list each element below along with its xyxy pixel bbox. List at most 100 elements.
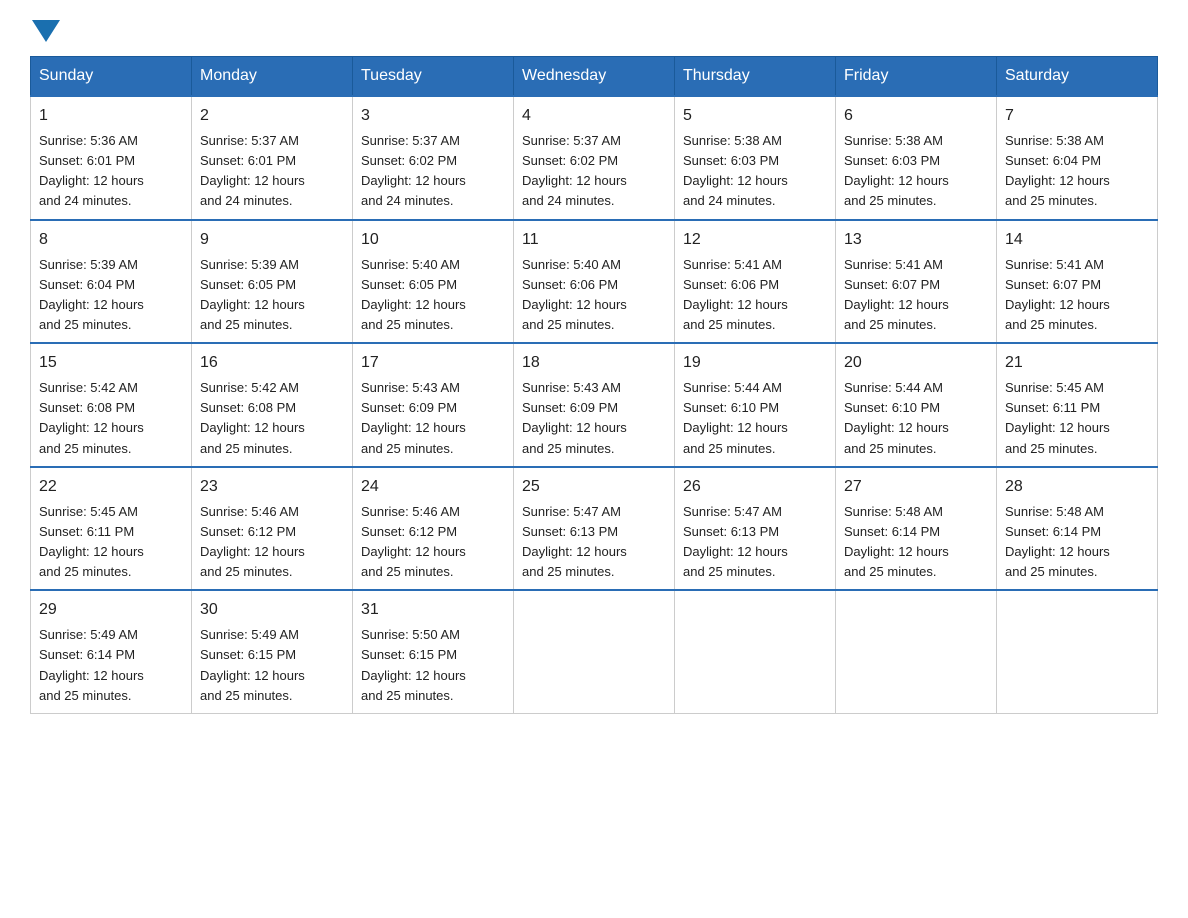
day-number: 8 xyxy=(39,228,183,252)
day-info: Sunrise: 5:49 AMSunset: 6:15 PMDaylight:… xyxy=(200,625,344,706)
day-number: 27 xyxy=(844,475,988,499)
day-number: 7 xyxy=(1005,104,1149,128)
calendar-day-cell: 12 Sunrise: 5:41 AMSunset: 6:06 PMDayligh… xyxy=(675,220,836,344)
calendar-day-cell: 4Sunrise: 5:37 AMSunset: 6:02 PMDaylight… xyxy=(514,96,675,220)
calendar-day-cell: 3 Sunrise: 5:37 AMSunset: 6:02 PMDaylight… xyxy=(353,96,514,220)
calendar-day-cell: 15 Sunrise: 5:42 AMSunset: 6:08 PMDayligh… xyxy=(31,343,192,467)
calendar-day-cell: 8 Sunrise: 5:39 AMSunset: 6:04 PMDaylight… xyxy=(31,220,192,344)
day-info: Sunrise: 5:45 AMSunset: 6:11 PMDaylight:… xyxy=(39,502,183,583)
day-number: 18 xyxy=(522,351,666,375)
calendar-day-cell: 22Sunrise: 5:45 AMSunset: 6:11 PMDayligh… xyxy=(31,467,192,591)
calendar-day-cell: 23 Sunrise: 5:46 AMSunset: 6:12 PMDayligh… xyxy=(192,467,353,591)
day-info: Sunrise: 5:42 AMSunset: 6:08 PMDaylight:… xyxy=(200,378,344,459)
calendar-day-cell: 6 Sunrise: 5:38 AMSunset: 6:03 PMDaylight… xyxy=(836,96,997,220)
empty-cell xyxy=(997,590,1158,713)
calendar-day-cell: 29 Sunrise: 5:49 AMSunset: 6:14 PMDayligh… xyxy=(31,590,192,713)
empty-cell xyxy=(514,590,675,713)
day-info: Sunrise: 5:49 AMSunset: 6:14 PMDaylight:… xyxy=(39,625,183,706)
calendar-header-row: Sunday Monday Tuesday Wednesday Thursday… xyxy=(31,57,1158,97)
day-info: Sunrise: 5:37 AMSunset: 6:01 PMDaylight:… xyxy=(200,131,344,212)
day-info: Sunrise: 5:41 AMSunset: 6:06 PMDaylight:… xyxy=(683,255,827,336)
day-number: 12 xyxy=(683,228,827,252)
day-info: Sunrise: 5:42 AMSunset: 6:08 PMDaylight:… xyxy=(39,378,183,459)
day-info: Sunrise: 5:47 AMSunset: 6:13 PMDaylight:… xyxy=(683,502,827,583)
day-number: 20 xyxy=(844,351,988,375)
header-monday: Monday xyxy=(192,57,353,97)
day-info: Sunrise: 5:37 AMSunset: 6:02 PMDaylight:… xyxy=(361,131,505,212)
day-number: 11 xyxy=(522,228,666,252)
day-number: 6 xyxy=(844,104,988,128)
calendar-day-cell: 26 Sunrise: 5:47 AMSunset: 6:13 PMDayligh… xyxy=(675,467,836,591)
page-header xyxy=(30,20,1158,38)
day-number: 16 xyxy=(200,351,344,375)
day-number: 19 xyxy=(683,351,827,375)
day-info: Sunrise: 5:36 AMSunset: 6:01 PMDaylight:… xyxy=(39,131,183,212)
day-info: Sunrise: 5:47 AMSunset: 6:13 PMDaylight:… xyxy=(522,502,666,583)
calendar-day-cell: 13 Sunrise: 5:41 AMSunset: 6:07 PMDayligh… xyxy=(836,220,997,344)
day-info: Sunrise: 5:48 AMSunset: 6:14 PMDaylight:… xyxy=(844,502,988,583)
day-info: Sunrise: 5:44 AMSunset: 6:10 PMDaylight:… xyxy=(683,378,827,459)
calendar-day-cell: 28Sunrise: 5:48 AMSunset: 6:14 PMDayligh… xyxy=(997,467,1158,591)
day-info: Sunrise: 5:40 AMSunset: 6:06 PMDaylight:… xyxy=(522,255,666,336)
day-number: 30 xyxy=(200,598,344,622)
logo-triangle-icon xyxy=(32,20,60,42)
calendar-day-cell: 10 Sunrise: 5:40 AMSunset: 6:05 PMDayligh… xyxy=(353,220,514,344)
calendar-day-cell: 19 Sunrise: 5:44 AMSunset: 6:10 PMDayligh… xyxy=(675,343,836,467)
calendar-day-cell: 31Sunrise: 5:50 AMSunset: 6:15 PMDayligh… xyxy=(353,590,514,713)
day-number: 21 xyxy=(1005,351,1149,375)
day-info: Sunrise: 5:45 AMSunset: 6:11 PMDaylight:… xyxy=(1005,378,1149,459)
calendar-day-cell: 24 Sunrise: 5:46 AMSunset: 6:12 PMDayligh… xyxy=(353,467,514,591)
day-info: Sunrise: 5:46 AMSunset: 6:12 PMDaylight:… xyxy=(200,502,344,583)
calendar-day-cell: 30 Sunrise: 5:49 AMSunset: 6:15 PMDayligh… xyxy=(192,590,353,713)
day-info: Sunrise: 5:46 AMSunset: 6:12 PMDaylight:… xyxy=(361,502,505,583)
calendar-week-row: 15 Sunrise: 5:42 AMSunset: 6:08 PMDayligh… xyxy=(31,343,1158,467)
day-number: 24 xyxy=(361,475,505,499)
empty-cell xyxy=(836,590,997,713)
day-number: 10 xyxy=(361,228,505,252)
header-saturday: Saturday xyxy=(997,57,1158,97)
header-thursday: Thursday xyxy=(675,57,836,97)
day-number: 13 xyxy=(844,228,988,252)
day-info: Sunrise: 5:38 AMSunset: 6:04 PMDaylight:… xyxy=(1005,131,1149,212)
day-info: Sunrise: 5:43 AMSunset: 6:09 PMDaylight:… xyxy=(361,378,505,459)
day-number: 3 xyxy=(361,104,505,128)
calendar-day-cell: 18 Sunrise: 5:43 AMSunset: 6:09 PMDayligh… xyxy=(514,343,675,467)
calendar-day-cell: 7 Sunrise: 5:38 AMSunset: 6:04 PMDaylight… xyxy=(997,96,1158,220)
calendar-week-row: 8 Sunrise: 5:39 AMSunset: 6:04 PMDaylight… xyxy=(31,220,1158,344)
day-info: Sunrise: 5:39 AMSunset: 6:04 PMDaylight:… xyxy=(39,255,183,336)
day-info: Sunrise: 5:40 AMSunset: 6:05 PMDaylight:… xyxy=(361,255,505,336)
calendar-day-cell: 1 Sunrise: 5:36 AMSunset: 6:01 PMDaylight… xyxy=(31,96,192,220)
calendar-day-cell: 21 Sunrise: 5:45 AMSunset: 6:11 PMDayligh… xyxy=(997,343,1158,467)
header-tuesday: Tuesday xyxy=(353,57,514,97)
calendar-week-row: 1 Sunrise: 5:36 AMSunset: 6:01 PMDaylight… xyxy=(31,96,1158,220)
calendar-day-cell: 11 Sunrise: 5:40 AMSunset: 6:06 PMDayligh… xyxy=(514,220,675,344)
header-sunday: Sunday xyxy=(31,57,192,97)
day-number: 5 xyxy=(683,104,827,128)
day-number: 15 xyxy=(39,351,183,375)
day-number: 2 xyxy=(200,104,344,128)
calendar-day-cell: 25Sunrise: 5:47 AMSunset: 6:13 PMDayligh… xyxy=(514,467,675,591)
empty-cell xyxy=(675,590,836,713)
day-info: Sunrise: 5:38 AMSunset: 6:03 PMDaylight:… xyxy=(683,131,827,212)
calendar-day-cell: 17Sunrise: 5:43 AMSunset: 6:09 PMDayligh… xyxy=(353,343,514,467)
day-info: Sunrise: 5:39 AMSunset: 6:05 PMDaylight:… xyxy=(200,255,344,336)
day-info: Sunrise: 5:41 AMSunset: 6:07 PMDaylight:… xyxy=(844,255,988,336)
calendar-day-cell: 16 Sunrise: 5:42 AMSunset: 6:08 PMDayligh… xyxy=(192,343,353,467)
day-number: 31 xyxy=(361,598,505,622)
day-number: 4 xyxy=(522,104,666,128)
day-number: 26 xyxy=(683,475,827,499)
day-number: 1 xyxy=(39,104,183,128)
day-number: 9 xyxy=(200,228,344,252)
calendar-day-cell: 14Sunrise: 5:41 AMSunset: 6:07 PMDayligh… xyxy=(997,220,1158,344)
calendar-day-cell: 5 Sunrise: 5:38 AMSunset: 6:03 PMDaylight… xyxy=(675,96,836,220)
day-info: Sunrise: 5:38 AMSunset: 6:03 PMDaylight:… xyxy=(844,131,988,212)
day-info: Sunrise: 5:43 AMSunset: 6:09 PMDaylight:… xyxy=(522,378,666,459)
day-number: 23 xyxy=(200,475,344,499)
day-number: 29 xyxy=(39,598,183,622)
calendar-day-cell: 20 Sunrise: 5:44 AMSunset: 6:10 PMDayligh… xyxy=(836,343,997,467)
day-number: 14 xyxy=(1005,228,1149,252)
calendar-week-row: 29 Sunrise: 5:49 AMSunset: 6:14 PMDayligh… xyxy=(31,590,1158,713)
calendar-day-cell: 9 Sunrise: 5:39 AMSunset: 6:05 PMDaylight… xyxy=(192,220,353,344)
logo xyxy=(30,20,62,38)
day-info: Sunrise: 5:44 AMSunset: 6:10 PMDaylight:… xyxy=(844,378,988,459)
